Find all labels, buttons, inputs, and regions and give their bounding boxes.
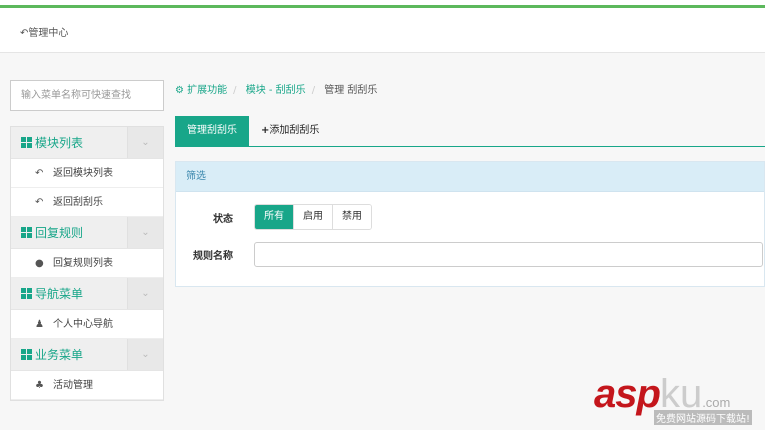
tabs: 管理刮刮乐 +添加刮刮乐: [175, 116, 765, 147]
status-enabled-button[interactable]: 启用: [293, 205, 332, 229]
chevron-down-icon[interactable]: ⌄: [127, 217, 163, 248]
grid-icon: [21, 227, 32, 238]
chevron-down-icon[interactable]: ⌄: [127, 127, 163, 158]
filter-panel: 筛选 状态 所有 启用 禁用 规则名称: [175, 161, 765, 287]
header: ↶管理中心: [0, 8, 765, 53]
chevron-down-icon[interactable]: ⌄: [127, 339, 163, 370]
rule-name-label: 规则名称: [193, 251, 233, 262]
status-label: 状态: [213, 213, 233, 225]
status-disabled-button[interactable]: 禁用: [332, 205, 371, 229]
rule-name-input[interactable]: [254, 242, 763, 267]
tab-add[interactable]: +添加刮刮乐: [249, 116, 331, 146]
menu-group-modules[interactable]: 模块列表 ⌄: [11, 127, 163, 159]
gears-icon: ⚙: [175, 85, 184, 96]
sidebar-item-activity[interactable]: ♣ 活动管理: [11, 371, 163, 400]
menu-search-input[interactable]: 输入菜单名称可快速查找: [10, 80, 164, 111]
status-button-group: 所有 启用 禁用: [254, 204, 372, 230]
breadcrumb-current: 管理 刮刮乐: [324, 85, 378, 96]
tab-manage[interactable]: 管理刮刮乐: [175, 116, 249, 146]
reply-icon: ↶: [35, 168, 44, 179]
user-icon: ♟: [35, 319, 44, 330]
top-accent-line: [0, 0, 765, 8]
main-content: ⚙ 扩展功能 / 模块 - 刮刮乐 / 管理 刮刮乐 管理刮刮乐 +添加刮刮乐 筛选…: [175, 80, 765, 287]
activity-icon: ♣: [35, 380, 44, 391]
sidebar-item-back-modules[interactable]: ↶ 返回模块列表: [11, 159, 163, 188]
grid-icon: [21, 137, 32, 148]
sidebar-menu: 模块列表 ⌄ ↶ 返回模块列表 ↶ 返回刮刮乐 回复规则 ⌄ ● 回复规则列表 导航菜单 ⌄…: [10, 126, 164, 401]
breadcrumb-link[interactable]: 扩展功能: [187, 85, 227, 96]
menu-group-reply-rules[interactable]: 回复规则 ⌄: [11, 217, 163, 249]
chevron-down-icon[interactable]: ⌄: [127, 278, 163, 309]
breadcrumb: ⚙ 扩展功能 / 模块 - 刮刮乐 / 管理 刮刮乐: [175, 85, 378, 96]
menu-group-business[interactable]: 业务菜单 ⌄: [11, 339, 163, 371]
menu-group-nav[interactable]: 导航菜单 ⌄: [11, 278, 163, 310]
sidebar-item-reply-rule-list[interactable]: ● 回复规则列表: [11, 249, 163, 278]
comments-icon: ●: [35, 258, 44, 269]
watermark-logo: aspku.com 免费网站源码下载站!: [594, 372, 753, 425]
filter-title: 筛选: [176, 162, 764, 192]
grid-icon: [21, 349, 32, 360]
back-link[interactable]: ↶管理中心: [20, 28, 68, 39]
grid-icon: [21, 288, 32, 299]
sidebar-item-profile-nav[interactable]: ♟ 个人中心导航: [11, 310, 163, 339]
breadcrumb-link[interactable]: 模块 - 刮刮乐: [246, 85, 306, 96]
sidebar-item-back-scratch[interactable]: ↶ 返回刮刮乐: [11, 188, 163, 217]
sidebar: 输入菜单名称可快速查找 模块列表 ⌄ ↶ 返回模块列表 ↶ 返回刮刮乐 回复规则 ⌄ ●…: [10, 80, 164, 401]
reply-icon: ↶: [35, 197, 44, 208]
status-all-button[interactable]: 所有: [255, 205, 293, 229]
